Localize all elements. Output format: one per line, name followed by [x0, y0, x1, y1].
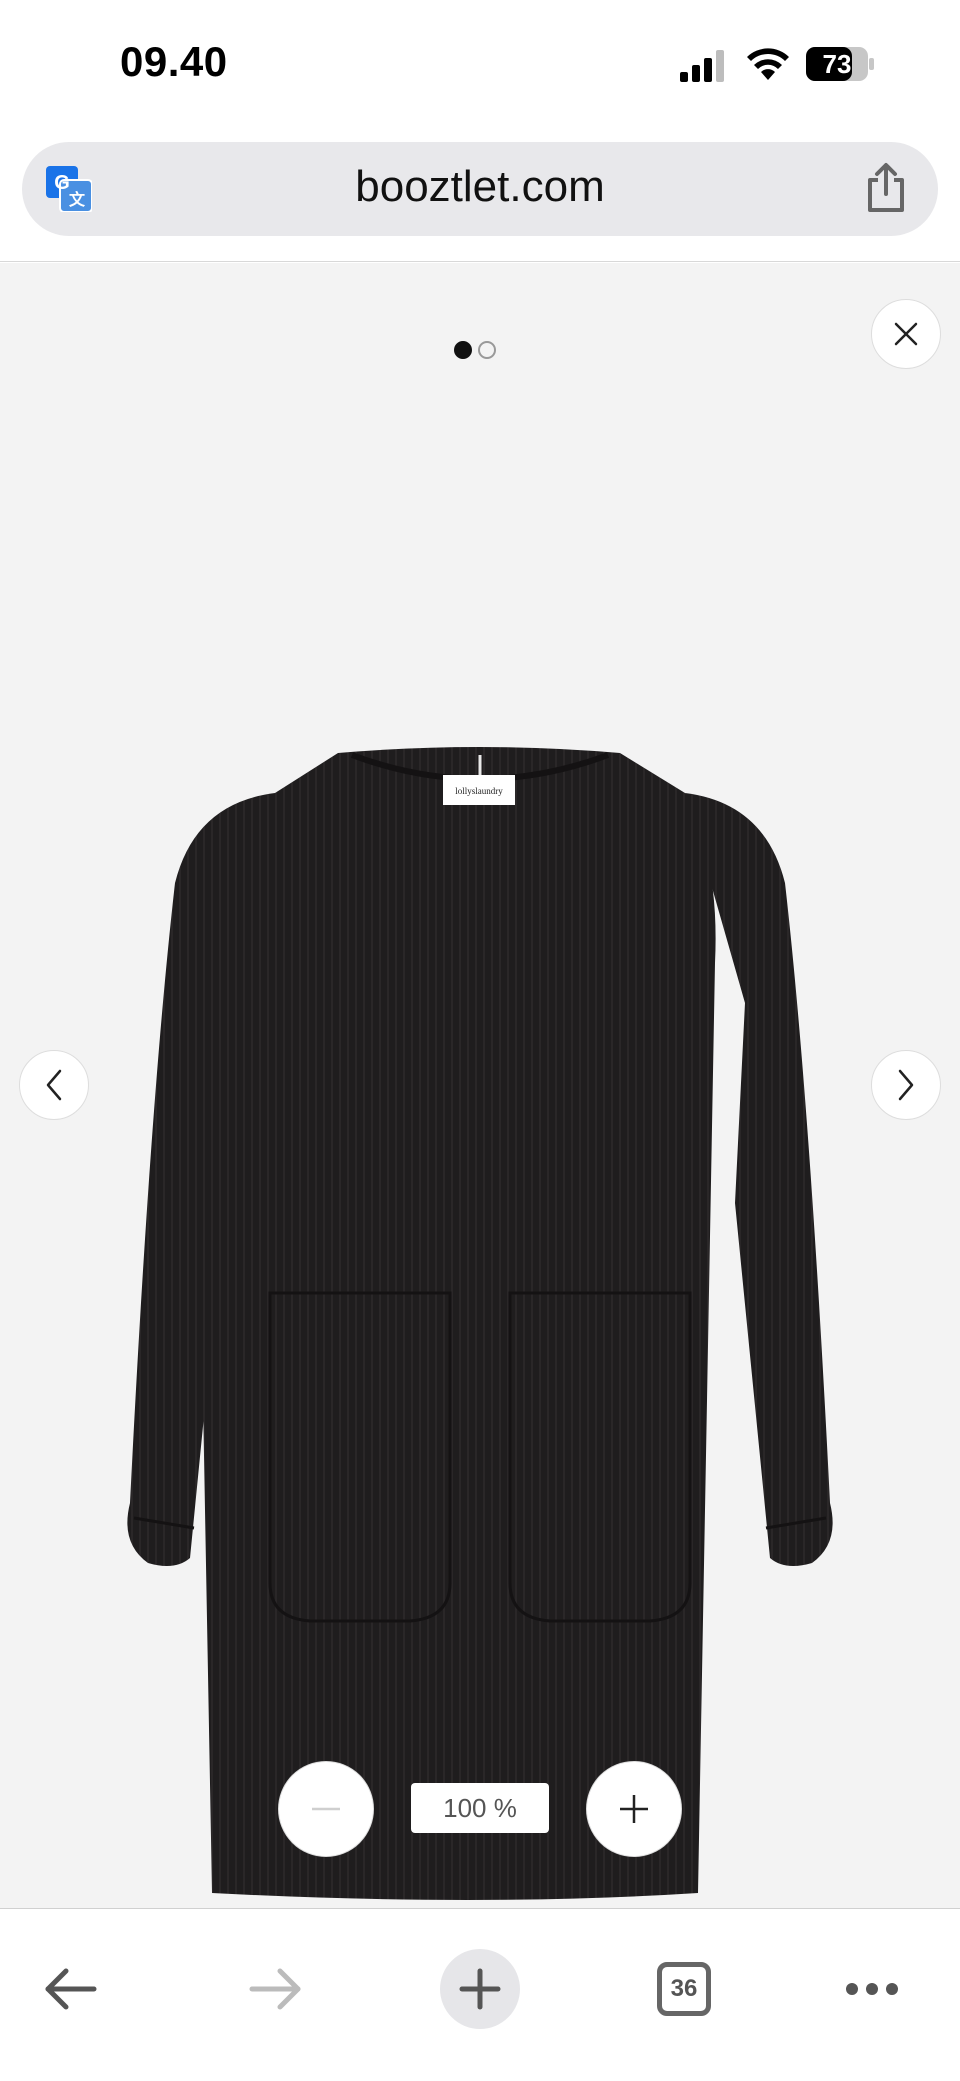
tabs-icon: 36 — [657, 1962, 711, 2016]
product-label-text: lollyslaundry — [455, 786, 503, 796]
forward-button[interactable] — [236, 1949, 316, 2029]
zoom-out-button[interactable] — [278, 1761, 374, 1857]
battery-level: 73 — [822, 49, 852, 79]
new-tab-plus-icon — [459, 1968, 501, 2010]
close-button[interactable] — [871, 299, 941, 369]
zoom-in-button[interactable] — [586, 1761, 682, 1857]
page-dot-active[interactable] — [454, 341, 472, 359]
cellular-signal-icon — [680, 50, 724, 82]
previous-image-button[interactable] — [19, 1050, 89, 1120]
image-viewer: lollyslaundry 100 % — [0, 263, 960, 1908]
close-icon — [894, 322, 918, 346]
wifi-icon — [747, 48, 789, 80]
battery-indicator: 73 — [806, 47, 874, 81]
url-text[interactable]: booztlet.com — [22, 162, 938, 212]
browser-address-area: G 文 booztlet.com — [0, 130, 960, 262]
more-dots-icon — [846, 1983, 898, 1995]
back-arrow-icon — [45, 1968, 97, 2010]
next-image-button[interactable] — [871, 1050, 941, 1120]
page-dot[interactable] — [478, 341, 496, 359]
chevron-left-icon — [46, 1069, 62, 1101]
more-button[interactable] — [832, 1949, 912, 2029]
chevron-right-icon — [898, 1069, 914, 1101]
new-tab-button[interactable] — [440, 1949, 520, 2029]
back-button[interactable] — [30, 1949, 110, 2029]
product-image[interactable]: lollyslaundry — [120, 503, 840, 1923]
minus-icon — [312, 1807, 340, 1811]
browser-toolbar: 36 — [0, 1908, 960, 2081]
tabs-button[interactable]: 36 — [644, 1949, 724, 2029]
zoom-level: 100 % — [411, 1783, 549, 1833]
plus-icon — [620, 1795, 648, 1823]
zoom-controls: 100 % — [0, 1761, 960, 1861]
status-time: 09.40 — [120, 38, 228, 85]
share-icon[interactable] — [864, 162, 908, 212]
address-bar[interactable]: G 文 booztlet.com — [22, 142, 938, 236]
forward-arrow-icon — [249, 1968, 301, 2010]
page-indicator — [454, 341, 496, 359]
status-bar: 09.40 73 — [0, 0, 960, 130]
